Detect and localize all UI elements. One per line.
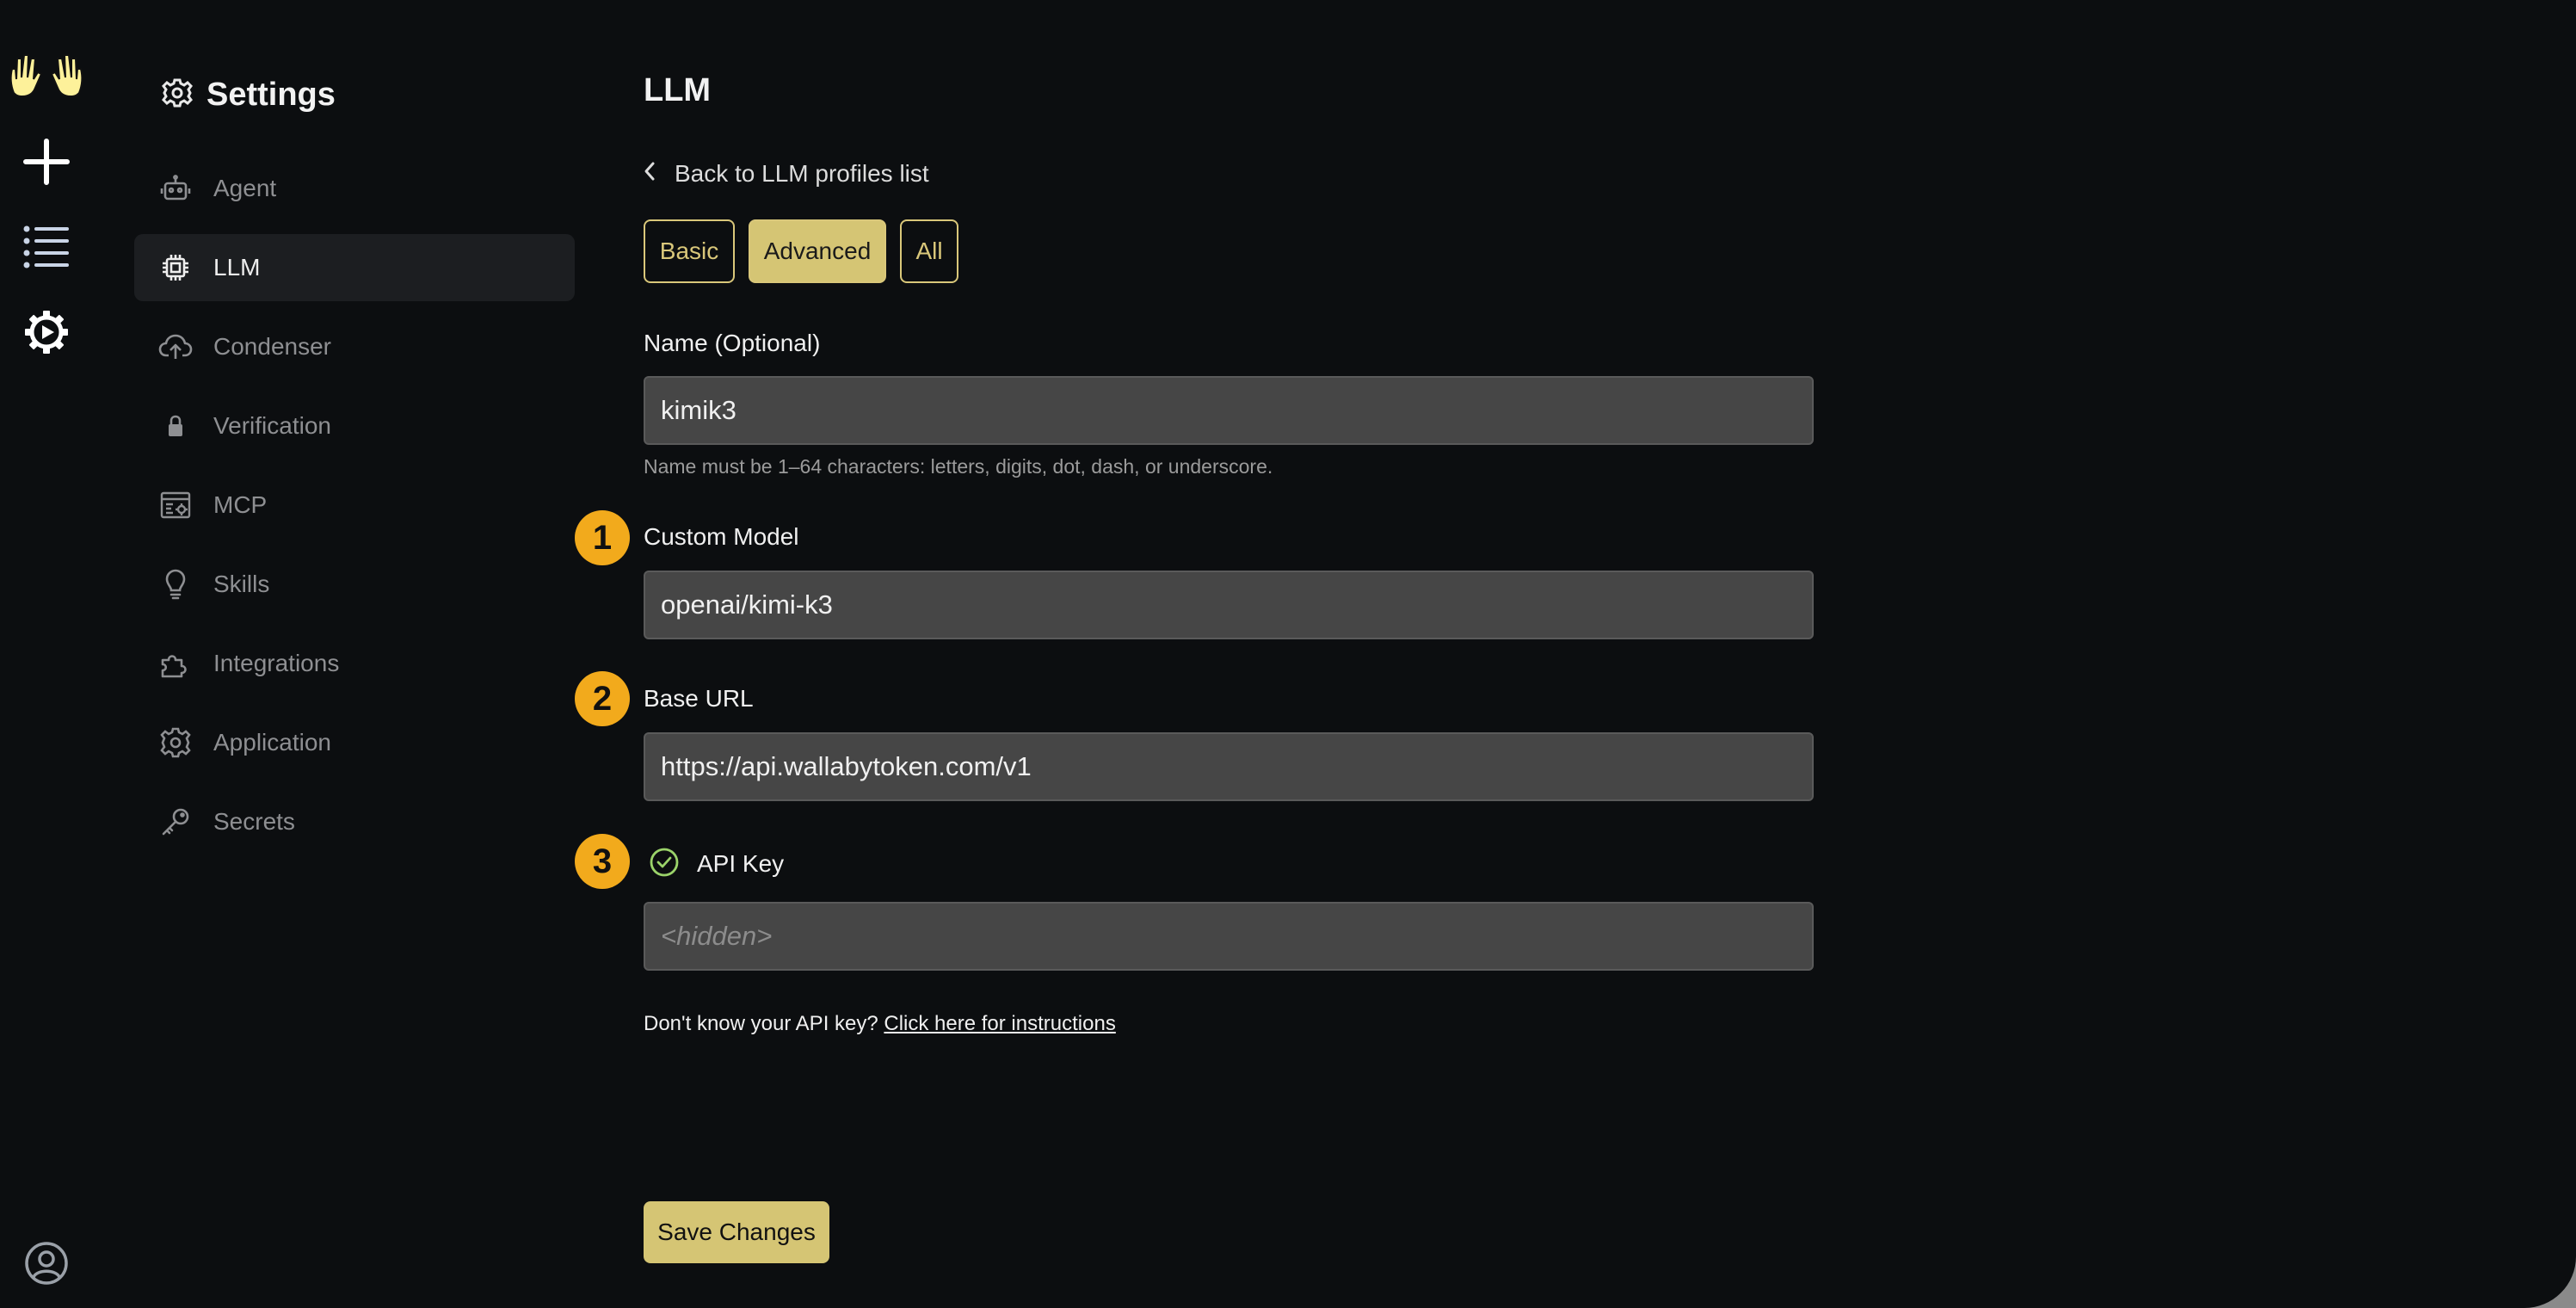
sidebar-item-label: LLM [213, 254, 261, 281]
sidebar-item-label: Application [213, 729, 331, 756]
cpu-chip-icon [158, 250, 193, 285]
sidebar-item-label: MCP [213, 491, 268, 518]
api-key-help: Don't know your API key? Click here for … [644, 1012, 1116, 1036]
settings-icon[interactable] [24, 310, 69, 355]
custom-model-label: Custom Model [644, 523, 799, 550]
lock-icon [158, 409, 193, 443]
tab-advanced[interactable]: Advanced [749, 219, 886, 283]
sidebar-item-label: Integrations [213, 650, 340, 676]
robot-icon [158, 171, 193, 206]
custom-model-field[interactable]: openai/kimi-k3 [644, 571, 1814, 639]
tab-all[interactable]: All [900, 219, 958, 283]
save-changes-button[interactable]: Save Changes [644, 1201, 829, 1263]
sidebar-item-application[interactable]: Application [134, 709, 575, 776]
step-badge-3: 3 [575, 834, 630, 889]
icon-rail [0, 0, 95, 1308]
sidebar-item-verification[interactable]: Verification [134, 392, 575, 460]
puzzle-icon [158, 646, 193, 681]
base-url-label: Base URL [644, 685, 754, 712]
sidebar-item-label: Verification [213, 412, 331, 439]
step-badge-2: 2 [575, 671, 630, 726]
name-field[interactable]: kimik3 [644, 376, 1814, 445]
sidebar-item-label: Secrets [213, 808, 295, 835]
api-key-label-row: API Key [644, 847, 784, 881]
sidebar-item-skills[interactable]: Skills [134, 551, 575, 618]
settings-mode-tabs: Basic Advanced All [644, 219, 958, 283]
back-link-label: Back to LLM profiles list [675, 160, 929, 187]
sidebar-item-label: Skills [213, 571, 270, 597]
sidebar-item-llm[interactable]: LLM [134, 234, 575, 301]
api-key-help-text: Don't know your API key? [644, 1012, 878, 1035]
sidebar-item-secrets[interactable]: Secrets [134, 788, 575, 855]
back-to-profiles-link[interactable]: Back to LLM profiles list [644, 158, 929, 189]
gear-icon [162, 77, 193, 113]
api-key-instructions-link[interactable]: Click here for instructions [884, 1012, 1115, 1035]
chevron-left-icon [644, 160, 656, 188]
settings-title: Settings [206, 76, 336, 113]
gear-icon [158, 725, 193, 760]
tab-basic[interactable]: Basic [644, 219, 735, 283]
conversations-list-icon[interactable] [22, 224, 71, 268]
user-profile-icon[interactable] [24, 1241, 69, 1286]
new-conversation-icon[interactable] [22, 138, 71, 186]
sidebar-item-integrations[interactable]: Integrations [134, 630, 575, 697]
page-title: LLM [644, 72, 712, 108]
step-badge-1: 1 [575, 510, 630, 565]
settings-header: Settings [162, 71, 336, 119]
sidebar-item-label: Condenser [213, 333, 331, 360]
name-field-label: Name (Optional) [644, 330, 821, 356]
hands-logo-icon[interactable] [7, 50, 86, 98]
base-url-field[interactable]: https://api.wallabytoken.com/v1 [644, 732, 1814, 801]
sidebar-item-agent[interactable]: Agent [134, 155, 575, 222]
key-icon [158, 805, 193, 839]
api-key-label: API Key [697, 850, 785, 877]
lightbulb-icon [158, 567, 193, 602]
server-config-icon [158, 488, 193, 522]
sidebar-item-condenser[interactable]: Condenser [134, 313, 575, 380]
cloud-upload-icon [158, 330, 193, 364]
sidebar-item-mcp[interactable]: MCP [134, 472, 575, 539]
sidebar-item-label: Agent [213, 175, 277, 201]
api-key-field[interactable]: <hidden> [644, 902, 1814, 971]
app-window: Settings Agent LLM Condenser Verificatio… [0, 0, 2576, 1308]
check-circle-icon [649, 847, 680, 882]
name-field-hint: Name must be 1–64 characters: letters, d… [644, 455, 1273, 478]
